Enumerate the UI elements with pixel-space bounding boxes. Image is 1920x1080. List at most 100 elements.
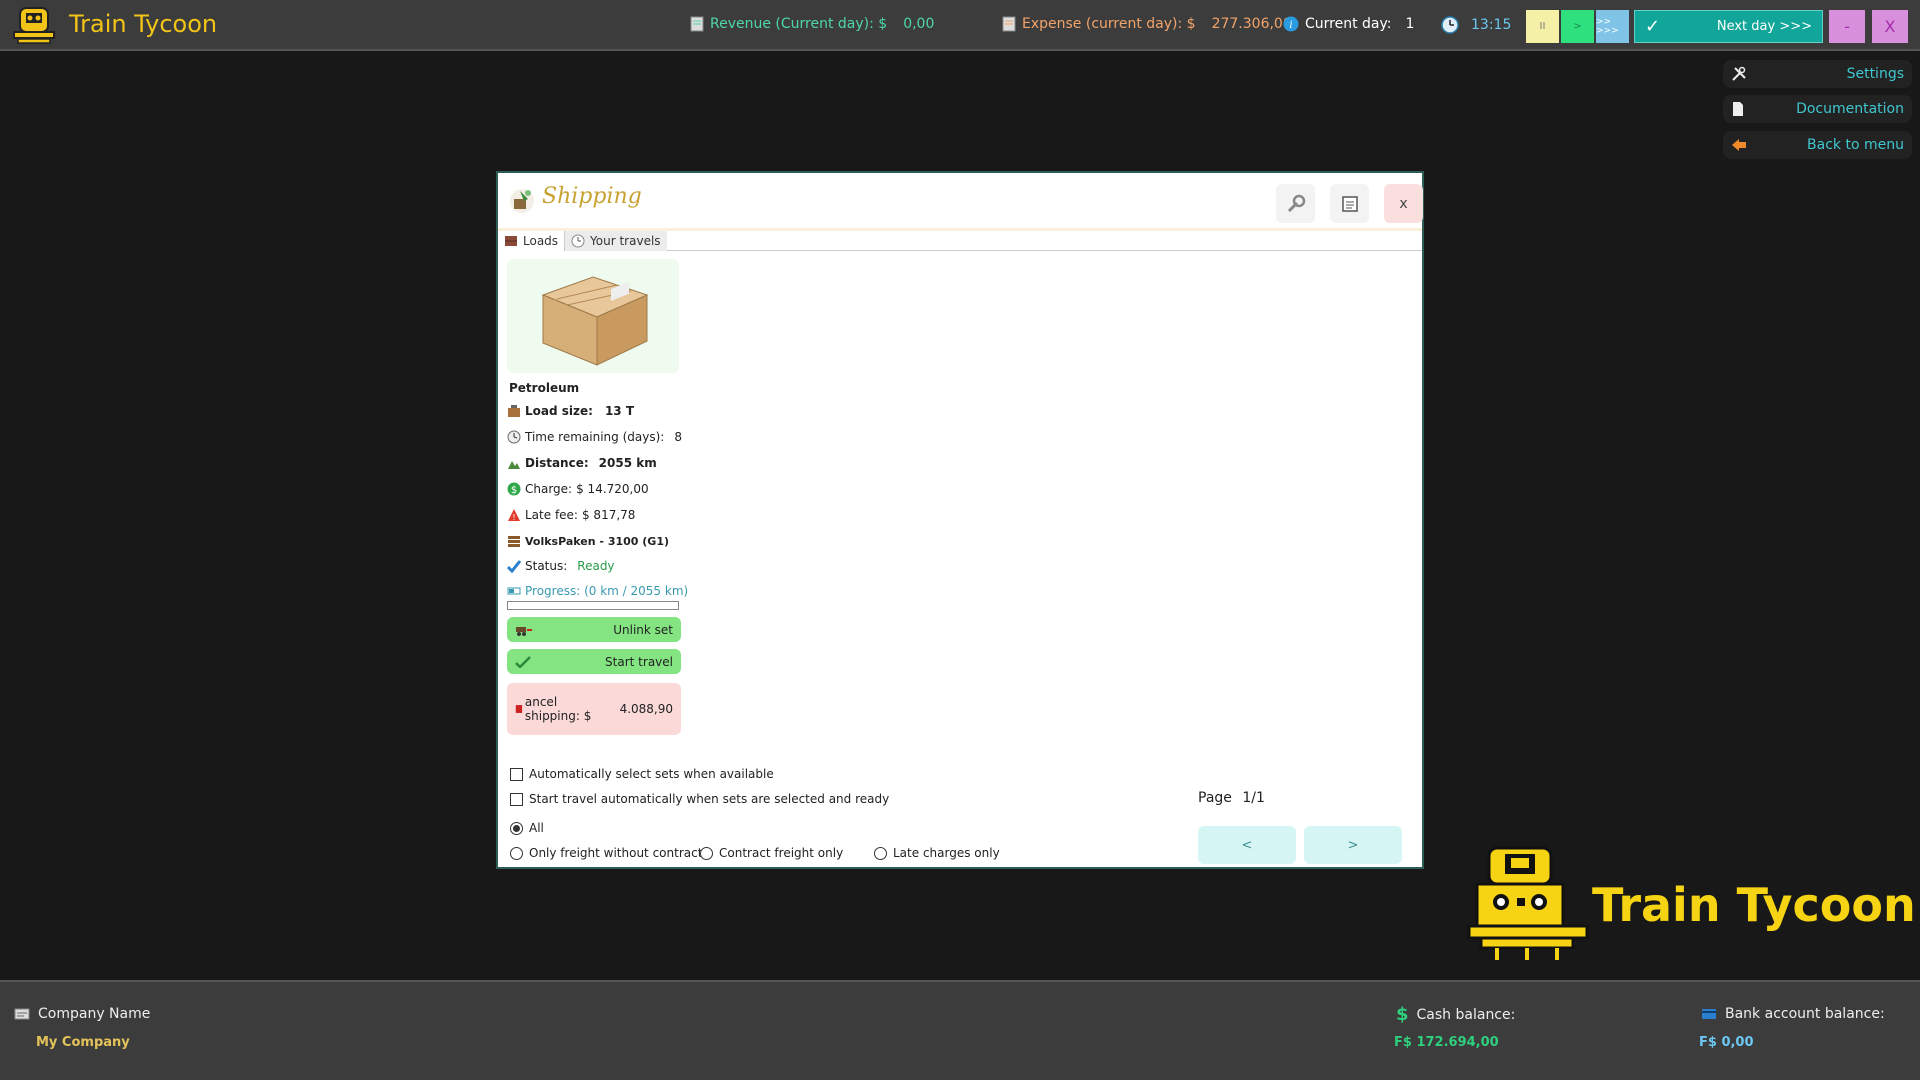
filter-all-label: All <box>529 821 544 835</box>
status-row: Status: Ready <box>507 559 615 573</box>
filter-late-radio[interactable] <box>874 846 887 860</box>
distance-row: Distance: 2055 km <box>507 456 657 470</box>
train-tycoon-logo-icon <box>1467 846 1589 960</box>
auto-select-checkbox[interactable] <box>510 767 523 781</box>
load-size-label: Load size: <box>525 404 593 418</box>
cargo-name-text: Petroleum <box>509 381 580 395</box>
auto-select-option[interactable]: Automatically select sets when available <box>510 767 774 781</box>
previous-page-button[interactable]: < <box>1198 826 1296 864</box>
dialog-header: Shipping x <box>498 173 1423 231</box>
page-value: 1/1 <box>1242 790 1265 806</box>
back-to-menu-label: Back to menu <box>1807 137 1904 153</box>
next-day-label: Next day >>> <box>1716 19 1812 34</box>
minimize-button[interactable]: - <box>1829 10 1865 43</box>
unlink-set-label: Unlink set <box>613 622 673 637</box>
top-bar: Train Tycoon Revenue (Current day): $ 0,… <box>0 0 1920 51</box>
cancel-shipping-label: ancel shipping: $ <box>524 695 592 723</box>
play-button[interactable]: > <box>1561 10 1594 43</box>
shipping-dialog: Shipping x Loads Your travels Petroleum … <box>496 171 1424 869</box>
back-to-menu-button[interactable]: Back to menu <box>1723 131 1912 159</box>
company-name-label: Company Name <box>14 1006 150 1022</box>
expense-stat: Expense (current day): $ 277.306,00 <box>1002 16 1292 32</box>
filter-contract-option[interactable]: Contract freight only <box>700 846 843 860</box>
expense-value: 277.306,00 <box>1211 16 1292 32</box>
notes-button[interactable] <box>1330 184 1369 223</box>
tab-your-travels-label: Your travels <box>590 234 661 248</box>
dollar-icon: $ <box>507 482 521 496</box>
current-day-label: Current day: <box>1305 16 1392 32</box>
cargo-name: Petroleum <box>507 381 579 395</box>
next-page-button[interactable]: > <box>1304 826 1402 864</box>
documentation-label: Documentation <box>1796 101 1904 117</box>
train-logo-icon <box>13 7 55 44</box>
dialog-close-button[interactable]: x <box>1384 184 1423 223</box>
document-icon <box>1733 102 1743 116</box>
close-app-button[interactable]: X <box>1872 10 1908 43</box>
late-fee-value: $ 817,78 <box>581 508 636 522</box>
late-fee-row: ! Late fee: $ 817,78 <box>507 508 635 522</box>
svg-text:i: i <box>1289 20 1292 31</box>
filter-no-contract-option[interactable]: Only freight without contracts <box>510 846 709 860</box>
clock-stat: 13:15 <box>1441 16 1511 34</box>
distance-label: Distance: <box>525 456 589 470</box>
tab-your-travels[interactable]: Your travels <box>565 231 667 251</box>
unlink-set-button[interactable]: Unlink set <box>507 617 681 642</box>
filter-contract-label: Contract freight only <box>719 846 844 860</box>
revenue-stat: Revenue (Current day): $ 0,00 <box>690 16 934 32</box>
status-label: Status: <box>525 559 568 573</box>
notes-icon <box>1341 195 1358 212</box>
next-day-button[interactable]: ✓ Next day >>> <box>1634 10 1823 43</box>
cash-balance-label: $ Cash balance: <box>1396 1004 1515 1025</box>
weight-icon <box>508 405 520 417</box>
filter-late-option[interactable]: Late charges only <box>874 846 1000 860</box>
svg-text:$: $ <box>511 485 517 496</box>
clock-time: 13:15 <box>1471 17 1512 33</box>
start-travel-label: Start travel <box>605 654 673 669</box>
filter-no-contract-label: Only freight without contracts <box>529 846 709 860</box>
load-size-value: 13 T <box>604 404 634 418</box>
app-title: Train Tycoon <box>69 10 218 38</box>
auto-start-option[interactable]: Start travel automatically when sets are… <box>510 792 889 806</box>
documentation-button[interactable]: Documentation <box>1723 95 1912 123</box>
filter-contract-radio[interactable] <box>700 846 713 860</box>
charge-label: Charge: <box>525 482 573 496</box>
revenue-label: Revenue (Current day): $ <box>710 16 888 32</box>
crate-image <box>541 276 649 366</box>
document-icon <box>1002 16 1016 32</box>
company-name-value: My Company <box>36 1035 130 1050</box>
clock-icon <box>571 234 585 248</box>
page-indicator: Page 1/1 <box>1198 790 1265 806</box>
cancel-shipping-value: 4.088,90 <box>619 702 673 716</box>
settings-button[interactable]: Settings <box>1723 60 1912 88</box>
distance-value: 2055 km <box>598 456 657 470</box>
auto-start-checkbox[interactable] <box>510 792 523 806</box>
company-name-label-text: Company Name <box>38 1006 151 1022</box>
bank-balance-label-text: Bank account balance: <box>1725 1006 1885 1022</box>
filter-no-contract-radio[interactable] <box>510 846 523 860</box>
shipping-icon <box>510 189 534 213</box>
tools-button[interactable] <box>1276 184 1315 223</box>
filter-all-radio[interactable] <box>510 821 523 835</box>
pause-button[interactable]: II <box>1526 10 1559 43</box>
document-icon <box>690 16 704 32</box>
clock-icon <box>1441 16 1459 34</box>
start-travel-button[interactable]: Start travel <box>507 649 681 674</box>
auto-select-label: Automatically select sets when available <box>529 767 774 781</box>
auto-start-label: Start travel automatically when sets are… <box>529 792 890 806</box>
settings-label: Settings <box>1846 66 1904 82</box>
svg-text:!: ! <box>512 513 515 522</box>
fast-forward-button[interactable]: >> >>> <box>1596 10 1629 43</box>
late-fee-label: Late fee: <box>525 508 578 522</box>
bank-card-icon <box>1702 1009 1716 1019</box>
warning-icon: ! <box>508 509 520 522</box>
charge-value: $ 14.720,00 <box>576 482 649 496</box>
bottom-bar: Company Name My Company $ Cash balance: … <box>0 980 1920 1080</box>
progress-icon <box>507 587 521 595</box>
time-remaining-row: Time remaining (days): 8 <box>507 430 682 444</box>
cancel-shipping-button[interactable]: ancel shipping: $ 4.088,90 <box>507 683 681 735</box>
tools-icon <box>1732 66 1746 81</box>
clock-icon <box>507 430 521 444</box>
tab-loads[interactable]: Loads <box>498 231 566 251</box>
cargo-image <box>507 259 679 373</box>
filter-all-option[interactable]: All <box>510 821 544 835</box>
